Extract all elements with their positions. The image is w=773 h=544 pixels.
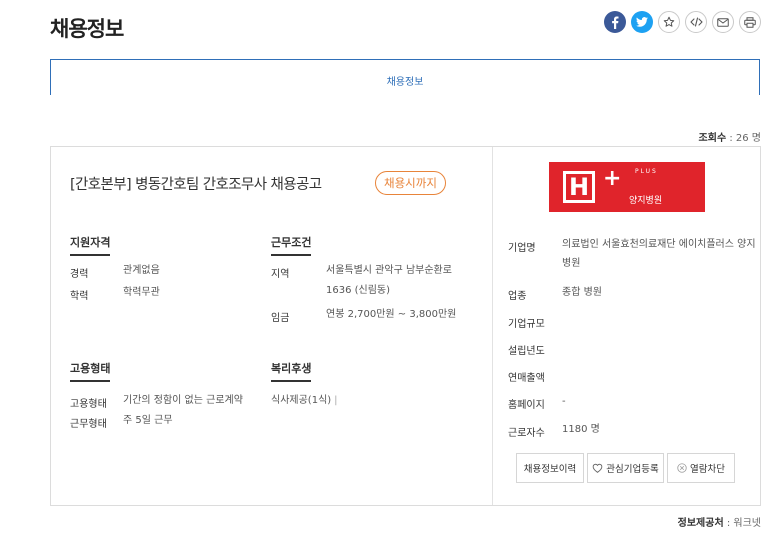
welfare-item: 식사제공(1식)	[271, 395, 332, 406]
job-card: [간호본부] 병동간호팀 간호조무사 채용공고 채용시까지 지원자격 경력 관계…	[50, 146, 761, 506]
share-toolbar	[604, 11, 761, 33]
embed-button[interactable]	[685, 11, 707, 33]
welfare-value: 식사제공(1식) |	[271, 391, 338, 411]
region-value: 서울특별시 관악구 남부순환로 1636 (신림동)	[326, 265, 452, 296]
info-source-value: : 워크넷	[726, 518, 761, 529]
twitter-share-button[interactable]	[631, 11, 653, 33]
block-view-button[interactable]: 열람차단	[667, 453, 735, 483]
bookmark-button[interactable]	[658, 11, 680, 33]
industry-label: 업종	[508, 291, 527, 302]
welfare-separator: |	[334, 395, 338, 406]
employment-type-value: 기간의 정함이 없는 근로계약	[123, 395, 243, 406]
logo-plus: +	[603, 166, 622, 191]
deadline-badge: 채용시까지	[375, 171, 446, 195]
wage-value: 연봉 2,700만원 ~ 3,800만원	[326, 309, 457, 320]
company-name-label: 기업명	[508, 243, 536, 254]
job-title: [간호본부] 병동간호팀 간호조무사 채용공고	[70, 177, 322, 193]
employee-count-value: 1180 명	[562, 424, 600, 435]
printer-icon	[744, 16, 756, 28]
logo-letter: H	[563, 171, 595, 203]
heart-icon	[592, 463, 603, 473]
logo-plus-word: PLUS	[635, 168, 658, 175]
career-value: 관계없음	[123, 265, 160, 276]
facebook-share-button[interactable]	[604, 11, 626, 33]
info-source: 정보제공처 : 워크넷	[678, 514, 761, 529]
email-button[interactable]	[712, 11, 734, 33]
region-label: 지역	[271, 269, 290, 280]
company-size-label: 기업규모	[508, 319, 545, 330]
industry-value: 종합 병원	[562, 287, 602, 298]
mail-icon	[717, 17, 729, 27]
revenue-label: 연매출액	[508, 373, 545, 384]
founded-label: 설립년도	[508, 346, 545, 357]
education-value: 학력무관	[123, 287, 160, 298]
favorite-company-button[interactable]: 관심기업등록	[587, 453, 664, 483]
homepage-value: -	[562, 396, 566, 407]
card-divider	[492, 147, 493, 505]
block-icon	[677, 463, 687, 473]
view-count: 조회수 : 26 명	[699, 129, 761, 144]
star-icon	[663, 16, 675, 27]
view-count-value: : 26 명	[729, 133, 761, 144]
company-name-value: 의료법인 서울효천의료재단 에이치플러스 양지병원	[562, 239, 756, 269]
tab-label: 채용정보	[386, 77, 424, 88]
logo-name: 양지병원	[629, 196, 663, 206]
education-label: 학력	[70, 291, 89, 302]
page-title: 채용정보	[50, 17, 124, 41]
welfare-title: 복리후생	[271, 362, 312, 382]
job-history-button[interactable]: 채용정보이력	[516, 453, 584, 483]
print-button[interactable]	[739, 11, 761, 33]
conditions-title: 근무조건	[271, 236, 312, 256]
employee-count-label: 근로자수	[508, 428, 545, 439]
facebook-icon	[612, 16, 619, 29]
company-logo: H + PLUS 양지병원	[549, 162, 705, 212]
work-type-label: 근무형태	[70, 419, 107, 430]
qualification-title: 지원자격	[70, 236, 111, 256]
tab-job-info[interactable]: 채용정보	[50, 59, 760, 95]
employment-type-label: 고용형태	[70, 399, 107, 410]
career-label: 경력	[70, 269, 89, 280]
block-view-label: 열람차단	[690, 464, 725, 475]
code-icon	[689, 17, 703, 27]
employment-title: 고용형태	[70, 362, 111, 382]
job-history-label: 채용정보이력	[523, 464, 577, 475]
homepage-label: 홈페이지	[508, 400, 545, 411]
wage-label: 임금	[271, 313, 290, 324]
info-source-label: 정보제공처	[677, 518, 724, 529]
view-count-label: 조회수	[698, 133, 727, 144]
work-type-value: 주 5일 근무	[123, 415, 173, 426]
favorite-company-label: 관심기업등록	[606, 464, 659, 475]
twitter-icon	[636, 17, 648, 27]
